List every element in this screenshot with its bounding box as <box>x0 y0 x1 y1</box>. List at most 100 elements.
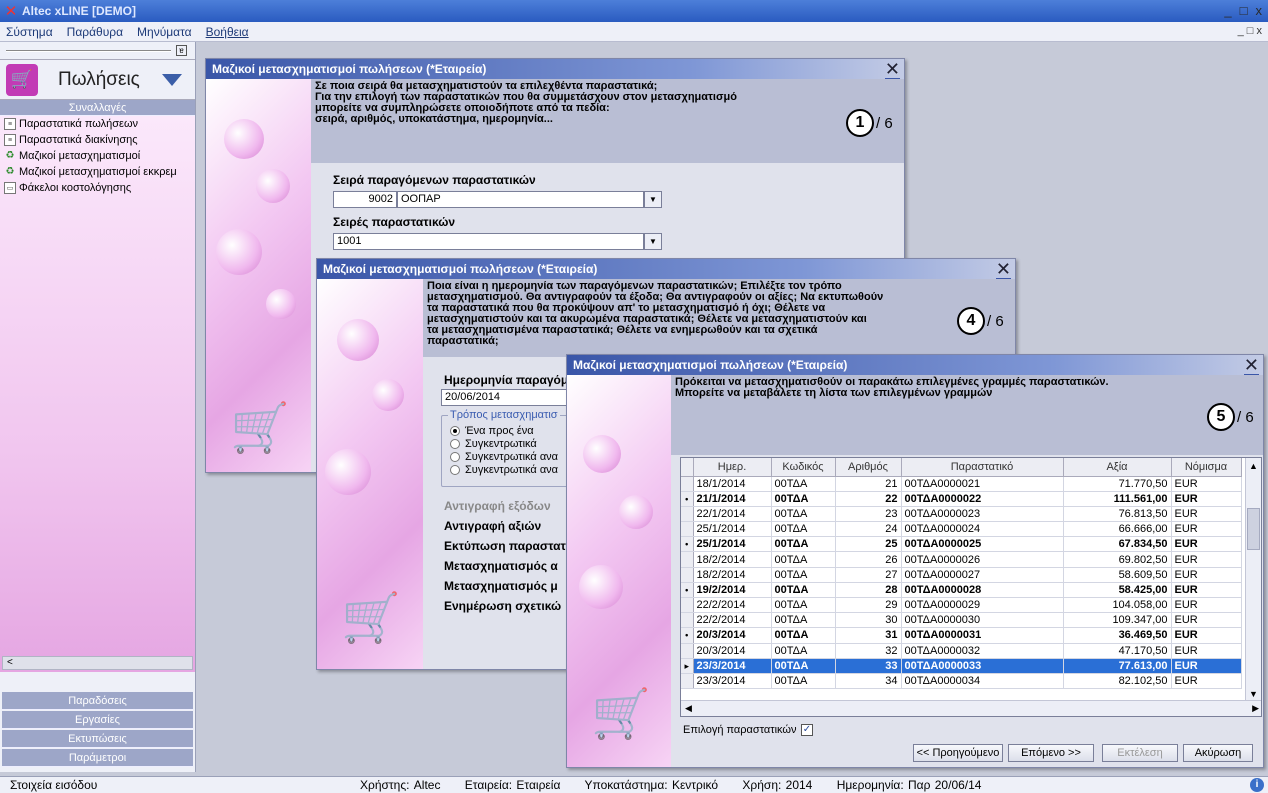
close-icon[interactable]: ✕ <box>884 59 901 81</box>
mode-radio-aggregate-by-2[interactable]: Συγκεντρωτικά ανα <box>450 463 580 476</box>
chevron-down-icon[interactable]: ▼ <box>644 233 662 250</box>
table-row[interactable]: 18/1/2014 00ΤΔΑ 21 00ΤΔΑ0000021 71.770,50 EUR <box>681 476 1242 492</box>
column-header-date[interactable]: Ημερ. <box>693 458 772 477</box>
mdi-window-controls[interactable]: _ □ x <box>1238 25 1262 37</box>
cancel-button[interactable]: Ακύρωση <box>1183 744 1253 762</box>
row-marker <box>681 597 694 614</box>
table-row[interactable]: • 21/1/2014 00ΤΔΑ 22 00ΤΔΑ0000022 111.561,00 E… <box>681 491 1242 507</box>
close-icon[interactable]: ✕ <box>995 259 1012 281</box>
cell-currency: EUR <box>1171 536 1242 553</box>
date-field[interactable]: 20/06/2014 <box>441 389 571 406</box>
table-row[interactable]: • 20/3/2014 00ΤΔΑ 31 00ΤΔΑ0000031 36.469,50 EU… <box>681 627 1242 644</box>
table-row[interactable]: 25/1/2014 00ΤΔΑ 24 00ΤΔΑ0000024 66.666,00 EUR <box>681 521 1242 538</box>
info-icon[interactable]: i <box>1250 778 1264 792</box>
execute-button[interactable]: Εκτέλεση <box>1102 744 1178 762</box>
column-header-code[interactable]: Κωδικός <box>771 458 836 477</box>
menu-system[interactable]: Σύστημα <box>6 25 53 39</box>
dialog-instructions: Ποια είναι η ημερομηνία των παραγόμενων … <box>423 279 1015 357</box>
close-button[interactable]: x <box>1256 3 1263 18</box>
mode-radio-aggregate[interactable]: Συγκεντρωτικά <box>450 437 580 450</box>
cell-code: 00ΤΔΑ <box>771 491 836 507</box>
table-row[interactable]: • 19/2/2014 00ΤΔΑ 28 00ΤΔΑ0000028 58.425,00 EU… <box>681 582 1242 599</box>
sidebar-section-prints[interactable]: Εκτυπώσεις <box>2 730 193 748</box>
grid-horizontal-scrollbar[interactable]: ◀ ▶ <box>681 700 1261 716</box>
cell-value: 104.058,00 <box>1063 597 1172 614</box>
table-row[interactable]: 23/3/2014 00ΤΔΑ 34 00ΤΔΑ0000034 82.102,50 EUR <box>681 673 1242 690</box>
mode-radio-one-to-one[interactable]: Ένα προς ένα <box>450 424 580 437</box>
table-row[interactable]: ▸ 23/3/2014 00ΤΔΑ 33 00ΤΔΑ0000033 77.613,00 EU… <box>681 658 1242 674</box>
option-transform-cancelled: Μετασχηματισμός α <box>444 559 558 573</box>
column-header-document[interactable]: Παραστατικό <box>901 458 1064 477</box>
table-row[interactable]: • 25/1/2014 00ΤΔΑ 25 00ΤΔΑ0000025 67.834,50 EU… <box>681 536 1242 553</box>
grid-vertical-scrollbar[interactable]: ▲ ▼ <box>1245 458 1261 702</box>
series-label: Σειρά παραγόμενων παραστατικών <box>333 173 536 187</box>
column-header-value[interactable]: Αξία <box>1063 458 1172 477</box>
option-print-documents: Εκτύπωση παραστατ <box>444 539 566 553</box>
sidebar-horizontal-scrollbar[interactable]: < <box>2 656 193 670</box>
previous-button[interactable]: << Προηγούμενο <box>913 744 1003 762</box>
row-marker <box>681 567 694 583</box>
sidebar-item-label: Μαζικοί μετασχηματισμοί <box>19 150 141 162</box>
menu-messages[interactable]: Μηνύματα <box>137 25 192 39</box>
cell-currency: EUR <box>1171 521 1242 538</box>
sidebar-item-mass-transform[interactable]: ♻ Μαζικοί μετασχηματισμοί <box>0 148 195 164</box>
cell-number: 22 <box>835 491 902 507</box>
dialog-title: Μαζικοί μετασχηματισμοί πωλήσεων (*Εταιρ… <box>206 59 904 81</box>
status-year: Χρήση: 2014 <box>742 778 813 792</box>
cell-value: 58.425,00 <box>1063 582 1172 599</box>
close-icon[interactable]: ✕ <box>1243 355 1260 377</box>
table-row[interactable]: 22/1/2014 00ΤΔΑ 23 00ΤΔΑ0000023 76.813,50 EUR <box>681 506 1242 523</box>
sidebar-item-list: ≡ Παραστατικά πωλήσεων ≡ Παραστατικά δια… <box>0 116 195 672</box>
cell-date: 22/2/2014 <box>693 612 772 629</box>
scroll-right-icon[interactable]: ▶ <box>1252 701 1259 716</box>
maximize-button[interactable]: □ <box>1240 3 1248 18</box>
series-list-field[interactable]: 1001 <box>333 233 644 250</box>
chevron-down-icon[interactable] <box>161 73 182 86</box>
documents-grid[interactable]: Ημερ. Κωδικός Αριθμός Παραστατικό Αξία Ν… <box>680 457 1262 717</box>
sidebar-header[interactable]: 🛒 Πωλήσεις <box>0 60 195 100</box>
cell-code: 00ΤΔΑ <box>771 658 836 674</box>
column-header-number[interactable]: Αριθμός <box>835 458 902 477</box>
sidebar: ɐ 🛒 Πωλήσεις Συναλλαγές ≡ Παραστατικά πω… <box>0 42 196 772</box>
cell-date: 19/2/2014 <box>693 582 772 599</box>
series-name-field[interactable]: ΟΟΠΑΡ <box>397 191 644 208</box>
pin-icon[interactable]: ɐ <box>176 45 187 56</box>
shopping-cart-icon: 🛒 <box>591 688 651 741</box>
scroll-thumb[interactable] <box>1247 508 1260 550</box>
table-row[interactable]: 22/2/2014 00ΤΔΑ 30 00ΤΔΑ0000030 109.347,00 EU… <box>681 612 1242 629</box>
table-row[interactable]: 18/2/2014 00ΤΔΑ 26 00ΤΔΑ0000026 69.802,50 EUR <box>681 551 1242 568</box>
column-header-currency[interactable]: Νόμισμα <box>1171 458 1242 477</box>
menu-windows[interactable]: Παράθυρα <box>67 25 123 39</box>
table-row[interactable]: 22/2/2014 00ΤΔΑ 29 00ΤΔΑ0000029 104.058,00 EU… <box>681 597 1242 614</box>
sidebar-section-parameters[interactable]: Παράμετροι <box>2 749 193 767</box>
mode-radio-aggregate-by-1[interactable]: Συγκεντρωτικά ανα <box>450 450 580 463</box>
sidebar-item-delivery-documents[interactable]: ≡ Παραστατικά διακίνησης <box>0 132 195 148</box>
sidebar-section-deliveries[interactable]: Παραδόσεις <box>2 692 193 710</box>
sidebar-item-mass-transform-pending[interactable]: ♻ Μαζικοί μετασχηματισμοί εκκρεμ <box>0 164 195 180</box>
sidebar-item-costing-folders[interactable]: ▭ Φάκελοι κοστολόγησης <box>0 180 195 196</box>
cell-code: 00ΤΔΑ <box>771 627 836 644</box>
cell-code: 00ΤΔΑ <box>771 597 836 614</box>
next-button[interactable]: Επόμενο >> <box>1008 744 1094 762</box>
sidebar-section-transactions[interactable]: Συναλλαγές <box>0 100 195 116</box>
sidebar-item-label: Παραστατικά πωλήσεων <box>19 118 139 130</box>
table-body: 18/1/2014 00ΤΔΑ 21 00ΤΔΑ0000021 71.770,50 EUR… <box>681 476 1242 690</box>
table-row[interactable]: 18/2/2014 00ΤΔΑ 27 00ΤΔΑ0000027 58.609,50 EUR <box>681 567 1242 583</box>
cell-date: 23/3/2014 <box>693 673 772 690</box>
series-code-field[interactable]: 9002 <box>333 191 397 208</box>
cell-date: 22/1/2014 <box>693 506 772 523</box>
row-indicator-header <box>681 458 694 477</box>
scroll-left-icon[interactable]: ◀ <box>685 701 692 716</box>
select-documents-checkbox[interactable]: ✓ <box>801 724 813 736</box>
dialog-title-text: Μαζικοί μετασχηματισμοί πωλήσεων (*Εταιρ… <box>323 262 598 276</box>
cell-code: 00ΤΔΑ <box>771 612 836 629</box>
menu-help[interactable]: Βοήθεια <box>206 25 249 39</box>
table-row[interactable]: 20/3/2014 00ΤΔΑ 32 00ΤΔΑ0000032 47.170,50 EUR <box>681 643 1242 659</box>
scroll-up-icon[interactable]: ▲ <box>1246 458 1261 474</box>
documents-table: Ημερ. Κωδικός Αριθμός Παραστατικό Αξία Ν… <box>681 458 1242 690</box>
step-indicator: 1/ 6 <box>846 109 893 137</box>
sidebar-section-tasks[interactable]: Εργασίες <box>2 711 193 729</box>
chevron-down-icon[interactable]: ▼ <box>644 191 662 208</box>
minimize-button[interactable]: _ <box>1224 3 1231 18</box>
sidebar-item-sales-documents[interactable]: ≡ Παραστατικά πωλήσεων <box>0 116 195 132</box>
